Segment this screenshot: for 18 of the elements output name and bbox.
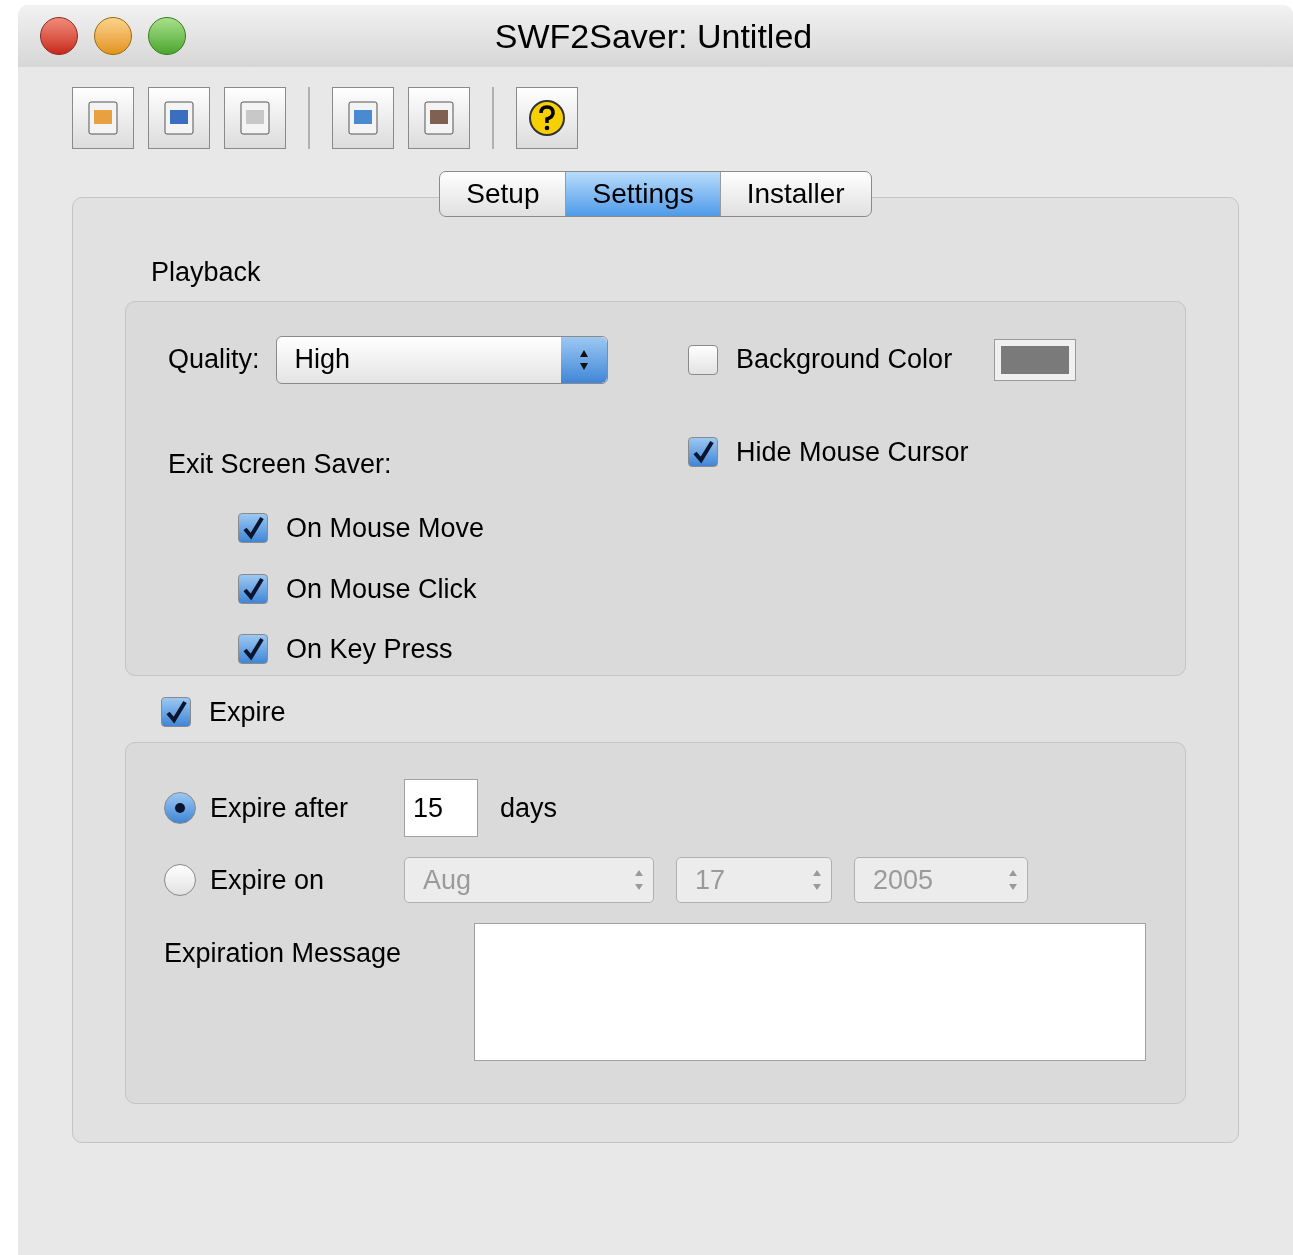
field-label: Expiration Message [164, 937, 403, 970]
quality-dropdown[interactable]: High [275, 335, 608, 384]
window-title: SWF2Saver: Untitled [493, 15, 814, 57]
unit-label: days [500, 791, 558, 825]
checkbox-label: Expire [209, 695, 286, 729]
days-field[interactable]: 15 [404, 779, 478, 837]
checkbox-label: On Key Press [286, 633, 453, 666]
checkbox-label: On Mouse Move [286, 512, 485, 545]
radio-label: Expire on [210, 863, 326, 897]
radio-label: Expire after [210, 791, 350, 825]
tab[interactable]: Installer [720, 172, 871, 216]
field-label: Exit Screen Saver: [168, 447, 393, 481]
field-label: Quality: [168, 343, 260, 377]
checkbox-label: On Mouse Click [286, 572, 477, 606]
section-title: Playback [150, 256, 262, 289]
checkbox-label: Hide Mouse Cursor [736, 435, 969, 469]
tab[interactable]: Settings [566, 172, 721, 216]
checkbox-label: Background Color [736, 343, 953, 377]
